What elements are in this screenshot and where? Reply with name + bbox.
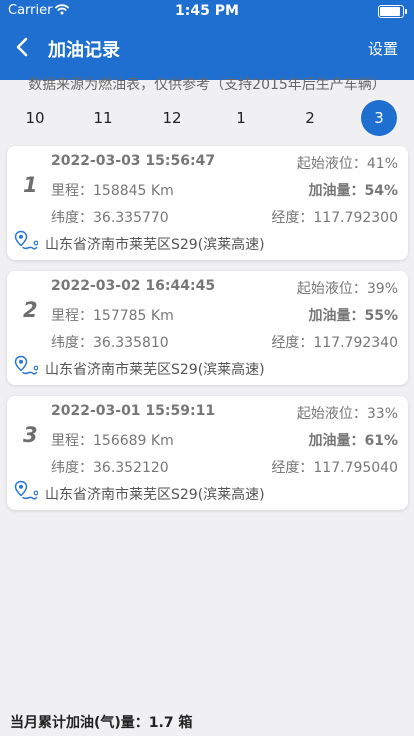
mileage-value: 158845 Km xyxy=(93,183,174,199)
longitude: 经度：117.792340 xyxy=(271,332,398,352)
mileage: 里程：157785 Km xyxy=(51,305,174,325)
tab-month-3[interactable]: 3 xyxy=(361,100,397,136)
data-source-notice: 数据来源为燃油表，仅供参考（支持2015年后生产车辆） xyxy=(28,77,386,93)
status-time: 1:45 PM xyxy=(175,3,239,19)
mileage-label: 里程： xyxy=(51,183,93,199)
mileage-value: 157785 Km xyxy=(93,308,174,324)
refuel-record-card[interactable]: 2 2022-03-02 16:44:45 起始液位：39% 里程：157785 Km… xyxy=(7,271,408,385)
latitude-label: 纬度： xyxy=(51,210,93,226)
chevron-left-icon xyxy=(16,37,28,57)
latitude-value: 36.352120 xyxy=(93,460,169,476)
location-pin-icon xyxy=(14,480,39,502)
page-title: 加油记录 xyxy=(48,40,120,61)
tab-month-11[interactable]: 11 xyxy=(85,100,121,136)
tab-month-2[interactable]: 2 xyxy=(292,100,328,136)
record-index: 3 xyxy=(23,423,38,447)
record-datetime: 2022-03-02 16:44:45 xyxy=(51,278,216,294)
start-level: 起始液位：33% xyxy=(297,403,398,423)
record-index: 1 xyxy=(23,173,38,197)
start-level-value: 39% xyxy=(366,281,398,297)
record-address: 山东省济南市莱芜区S29(滨莱高速) xyxy=(45,237,265,253)
latitude-value: 36.335810 xyxy=(93,335,169,351)
refuel-label: 加油量： xyxy=(308,183,365,199)
mileage: 里程：158845 Km xyxy=(51,180,174,200)
refuel-record-card[interactable]: 3 2022-03-01 15:59:11 起始液位：33% 里程：156689 Km… xyxy=(7,396,408,510)
tab-month-1[interactable]: 1 xyxy=(223,100,259,136)
longitude: 经度：117.795040 xyxy=(271,457,398,477)
start-level-label: 起始液位： xyxy=(296,406,367,422)
start-level-label: 起始液位： xyxy=(296,281,367,297)
refuel-label: 加油量： xyxy=(308,308,365,324)
status-bar: Carrier 1:45 PM xyxy=(0,0,414,22)
longitude-value: 117.792300 xyxy=(313,210,398,226)
mileage-label: 里程： xyxy=(51,308,93,324)
refuel-label: 加油量： xyxy=(308,433,365,449)
record-address: 山东省济南市莱芜区S29(滨莱高速) xyxy=(45,487,265,503)
longitude-value: 117.795040 xyxy=(313,460,398,476)
monthly-summary: 当月累计加油(气)量：1.7 箱 xyxy=(10,715,193,731)
latitude: 纬度：36.335770 xyxy=(51,207,169,227)
refuel-amount: 加油量：55% xyxy=(308,305,398,325)
longitude-label: 经度： xyxy=(271,460,314,476)
location-pin-icon xyxy=(14,230,39,252)
longitude-value: 117.792340 xyxy=(313,335,398,351)
start-level-label: 起始液位： xyxy=(296,156,367,172)
refuel-value: 55% xyxy=(364,308,398,324)
record-index: 2 xyxy=(23,298,38,322)
longitude-label: 经度： xyxy=(271,210,314,226)
record-datetime: 2022-03-01 15:59:11 xyxy=(51,403,216,419)
refuel-record-card[interactable]: 1 2022-03-03 15:56:47 起始液位：41% 里程：158845 Km… xyxy=(7,146,408,260)
battery-icon xyxy=(378,5,407,18)
latitude: 纬度：36.335810 xyxy=(51,332,169,352)
mileage-label: 里程： xyxy=(51,433,93,449)
tab-month-12[interactable]: 12 xyxy=(154,100,190,136)
location-pin-icon xyxy=(14,355,39,377)
month-selector: 10 11 12 1 2 3 xyxy=(0,100,414,136)
latitude-label: 纬度： xyxy=(51,460,93,476)
latitude-value: 36.335770 xyxy=(93,210,169,226)
mileage: 里程：156689 Km xyxy=(51,430,174,450)
longitude-label: 经度： xyxy=(271,335,314,351)
start-level-value: 33% xyxy=(366,406,398,422)
start-level: 起始液位：41% xyxy=(297,153,398,173)
longitude: 经度：117.792300 xyxy=(271,207,398,227)
back-button[interactable] xyxy=(12,34,34,60)
app-header: Carrier 1:45 PM 加油记录 设置 xyxy=(0,0,414,80)
tab-month-10[interactable]: 10 xyxy=(17,100,53,136)
start-level-value: 41% xyxy=(366,156,398,172)
refuel-amount: 加油量：54% xyxy=(308,180,398,200)
record-address: 山东省济南市莱芜区S29(滨莱高速) xyxy=(45,362,265,378)
settings-button[interactable]: 设置 xyxy=(368,38,398,59)
refuel-value: 61% xyxy=(364,433,398,449)
latitude: 纬度：36.352120 xyxy=(51,457,169,477)
record-datetime: 2022-03-03 15:56:47 xyxy=(51,153,216,169)
refuel-value: 54% xyxy=(364,183,398,199)
latitude-label: 纬度： xyxy=(51,335,93,351)
refuel-amount: 加油量：61% xyxy=(308,430,398,450)
mileage-value: 156689 Km xyxy=(93,433,174,449)
start-level: 起始液位：39% xyxy=(297,278,398,298)
